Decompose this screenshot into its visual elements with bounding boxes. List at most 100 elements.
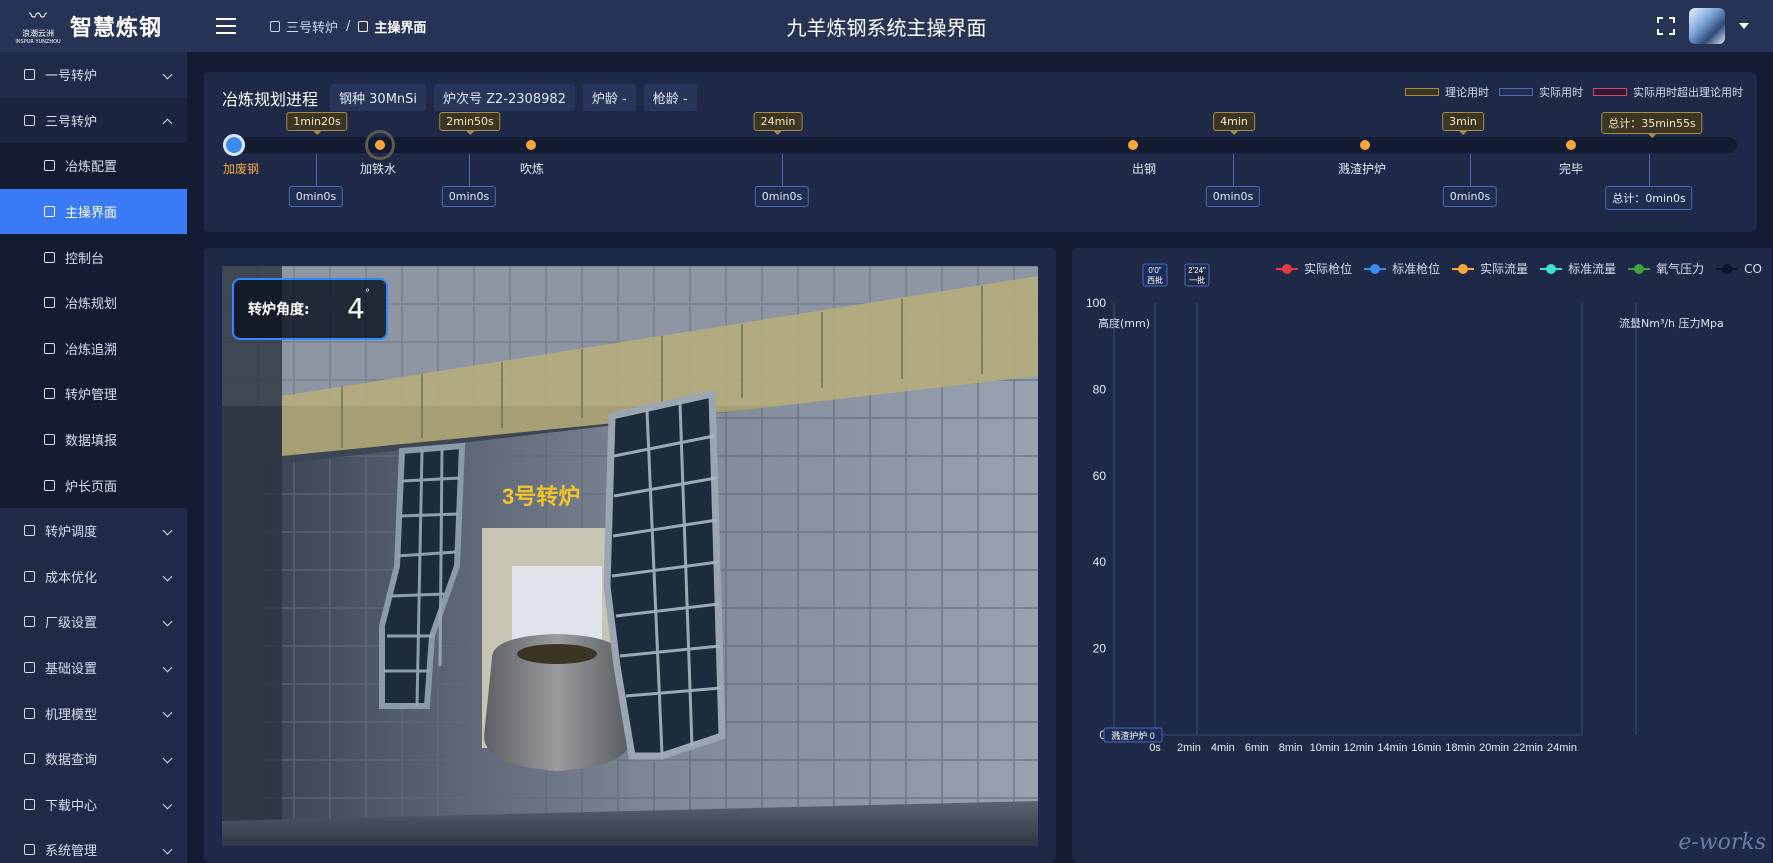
cube-icon [44, 479, 55, 491]
breadcrumb-item-current: 主操界面 [358, 17, 426, 36]
sidebar-item-label: 冶炼配置 [65, 160, 118, 176]
x-tick-label: 18min [1445, 742, 1475, 754]
chevron-down-icon [162, 844, 173, 855]
stage-label: 完毕 [1558, 162, 1584, 176]
sidebar-item-console[interactable]: 控制台 [0, 234, 187, 280]
lance-flow-chart-panel: 实际枪位 标准枪位 实际流量 标准流量 氧气压力 CO 高度(mm) 流量Nm³… [1072, 248, 1772, 863]
sidebar-item-base-settings[interactable]: 基础设置 [0, 645, 187, 691]
plan-icon [44, 297, 55, 309]
sidebar-item-data-query[interactable]: 数据查询 [0, 736, 187, 782]
lance-flow-chart: 0204060801000s 2min 4min 6min 8min 10min 12min… [1086, 263, 1637, 754]
stage-node-tapping[interactable] [1128, 140, 1138, 150]
breadcrumb-item[interactable]: 三号转炉 [270, 17, 338, 36]
x-tick-label: 6min [1245, 742, 1269, 754]
x-tick-label: 22min [1513, 742, 1543, 754]
header-actions [1657, 8, 1749, 44]
x-tick-label: 24min [1547, 742, 1577, 754]
legend-swatch [1593, 88, 1627, 96]
avatar[interactable] [1689, 8, 1725, 44]
sidebar-item-furnace-leader[interactable]: 炉长页面 [0, 462, 187, 508]
gear-icon [24, 844, 35, 856]
config-icon [44, 160, 55, 172]
y-tick-label: 60 [1093, 469, 1107, 483]
x-tick-label: 10min [1310, 742, 1340, 754]
sidebar-item-converter-3[interactable]: 三号转炉 [0, 97, 187, 144]
legend-label: 实际用时 [1539, 86, 1583, 99]
settings-icon [24, 662, 35, 674]
connector-line [1649, 154, 1650, 187]
menu-toggle-icon[interactable] [216, 18, 236, 34]
sidebar-item-converter-1[interactable]: 一号转炉 [0, 52, 187, 98]
top-header: 〰 浪潮云洲 INSPUR YUNZHOU 智慧炼钢 三号转炉 / 主操界面 九… [0, 0, 1773, 52]
cloud-download-icon [24, 798, 35, 810]
batch-marker-time: 2'24" [1188, 266, 1206, 275]
legend-theory-time: 理论用时 [1405, 84, 1489, 100]
sidebar-item-smelting-config[interactable]: 冶炼配置 [0, 143, 187, 189]
sidebar-item-converter-dispatch[interactable]: 转炉调度 [0, 508, 187, 554]
brand-mark-text: 浪潮云洲 [22, 28, 54, 38]
connector-line [316, 154, 317, 187]
sidebar-item-label: 系统管理 [45, 844, 98, 860]
sidebar-item-plant-settings[interactable]: 厂级设置 [0, 599, 187, 645]
sidebar-item-label: 成本优化 [45, 570, 98, 586]
stage-label: 溅渣护炉 [1337, 162, 1387, 176]
x-tick-label: 4min [1211, 742, 1235, 754]
stage-label: 加废钢 [222, 162, 260, 176]
angle-value: 4° [347, 288, 370, 325]
chevron-down-icon [162, 753, 173, 764]
angle-number: 4 [347, 292, 365, 325]
legend-swatch [1499, 88, 1533, 96]
sidebar-item-label: 厂级设置 [45, 616, 98, 632]
sidebar-item-label: 三号转炉 [45, 114, 98, 130]
theory-time-badge: 2min50s [439, 112, 501, 131]
steel-grade-tag: 钢种 30MnSi [330, 84, 427, 111]
home-icon [358, 20, 369, 32]
stage-node-hot-metal[interactable] [365, 130, 395, 160]
sidebar-item-label: 控制台 [65, 251, 105, 267]
actual-time-badge: 0min0s [441, 186, 497, 207]
stage-node-blowing[interactable] [526, 140, 536, 150]
x-tick-label: 20min [1479, 742, 1509, 754]
x-tick-label: 16min [1411, 742, 1441, 754]
x-tick-label: 12min [1344, 742, 1374, 754]
sidebar-item-label: 主操界面 [65, 206, 118, 222]
converter-scene-panel: 3号转炉 转炉角度: 4° [204, 248, 1056, 863]
stage-node-scrap[interactable] [223, 134, 245, 156]
home-icon [44, 206, 55, 218]
sidebar-item-main-operation[interactable]: 主操界面 [0, 188, 187, 235]
stage-node-slag-splash[interactable] [1360, 140, 1370, 150]
app-title: 智慧炼钢 [70, 16, 163, 41]
sidebar-item-download-center[interactable]: 下载中心 [0, 782, 187, 828]
chevron-up-icon [162, 118, 173, 129]
sidebar-item-converter-manage[interactable]: 转炉管理 [0, 371, 187, 417]
settings-icon [24, 616, 35, 628]
smelting-progress-panel: 冶炼规划进程 钢种 30MnSi 炉次号 Z2-2308982 炉龄 - 枪龄 … [204, 72, 1757, 232]
sidebar-item-data-fill[interactable]: 数据填报 [0, 416, 187, 463]
console-icon [44, 251, 55, 263]
sidebar-item-system-manage[interactable]: 系统管理 [0, 827, 187, 863]
sidebar-item-smelting-plan[interactable]: 冶炼规划 [0, 279, 187, 326]
converter-icon [24, 114, 35, 126]
converter-angle-readout: 转炉角度: 4° [232, 278, 388, 340]
chevron-down-icon [162, 571, 173, 581]
sidebar-item-label: 炉长页面 [65, 479, 118, 495]
connector-line [782, 154, 783, 187]
sidebar-item-label: 机理模型 [45, 707, 98, 723]
converter-3d-view[interactable]: 3号转炉 转炉角度: 4° [222, 266, 1038, 846]
chevron-down-icon [162, 707, 173, 718]
chevron-down-icon[interactable] [1739, 23, 1749, 29]
fullscreen-icon[interactable] [1657, 17, 1675, 35]
connector-line [469, 154, 470, 187]
angle-label: 转炉角度: [248, 302, 310, 318]
sidebar-item-label: 冶炼规划 [65, 297, 118, 313]
lance-age-tag: 枪龄 - [643, 84, 697, 111]
sidebar-item-cost-optimize[interactable]: 成本优化 [0, 554, 187, 600]
progress-header: 冶炼规划进程 钢种 30MnSi 炉次号 Z2-2308982 炉龄 - 枪龄 … [222, 84, 697, 111]
stage-node-finish[interactable] [1566, 140, 1576, 150]
brand-logo: 〰 浪潮云洲 INSPUR YUNZHOU [15, 6, 60, 46]
sidebar: 一号转炉 三号转炉 冶炼配置 主操界面 控制台 冶炼规划 冶炼追溯 转炉管理 数… [0, 52, 187, 863]
actual-time-total-badge: 总计：0min0s [1605, 186, 1693, 210]
sidebar-item-mechanism-model[interactable]: 机理模型 [0, 690, 187, 736]
sidebar-item-smelting-trace[interactable]: 冶炼追溯 [0, 325, 187, 372]
stage-label: 吹炼 [519, 162, 545, 176]
